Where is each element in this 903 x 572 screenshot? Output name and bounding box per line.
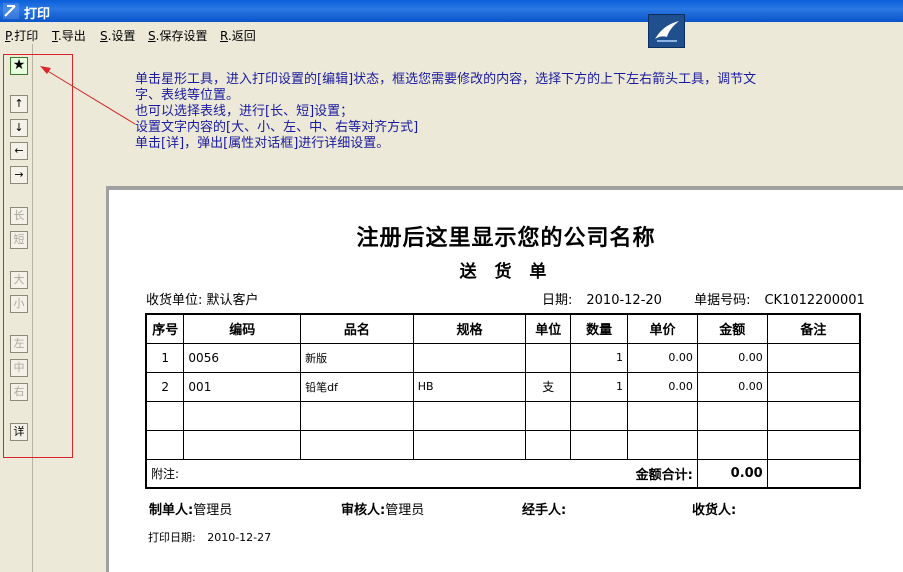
column-header: 序号 xyxy=(145,313,185,344)
table-row: 2 001 铅笔df HB 支 1 0.00 0.00 xyxy=(145,371,861,402)
cell-no: 2 xyxy=(145,371,185,402)
menu-print[interactable]: P.打印 xyxy=(5,27,38,44)
menu-settings[interactable]: S.设置 xyxy=(100,27,135,44)
menu-save-settings[interactable]: S.保存设置 xyxy=(148,27,207,44)
menu-bar: P.打印 T.导出 S.设置 S.保存设置 R.返回 xyxy=(0,24,903,44)
remark-label: 附注: xyxy=(151,466,180,481)
table-header-row: 序号 编码 品名 规格 单位 数量 单价 金额 备注 xyxy=(145,313,861,344)
column-header: 数量 xyxy=(570,313,629,344)
column-header: 备注 xyxy=(766,313,861,344)
cell-spec xyxy=(412,342,527,373)
consignee-label: 收货人: xyxy=(692,503,737,518)
cell-name: 新版 xyxy=(300,342,414,373)
maker-value: 管理员 xyxy=(193,503,233,518)
items-table: 序号 编码 品名 规格 单位 数量 单价 金额 备注 1 0056 新版 1 0… xyxy=(145,313,861,489)
company-name: 注册后这里显示您的公司名称 xyxy=(356,225,656,251)
maker-label: 制单人: xyxy=(149,503,194,518)
column-header: 金额 xyxy=(696,313,768,344)
cell-name: 铅笔df xyxy=(300,371,414,402)
receiver-label: 收货单位: xyxy=(146,293,203,308)
print-date-value: 2010-12-27 xyxy=(207,531,272,544)
total-label: 金额合计: xyxy=(570,458,698,489)
menu-return[interactable]: R.返回 xyxy=(220,27,256,44)
column-header: 单位 xyxy=(525,313,572,344)
title-bar: 打印 xyxy=(0,0,903,22)
brand-logo-icon xyxy=(648,14,685,48)
auditor-label: 审核人: xyxy=(341,503,386,518)
cell-amount: 0.00 xyxy=(696,342,768,373)
toolbar-highlight xyxy=(3,54,73,458)
cell-price: 0.00 xyxy=(627,371,698,402)
column-header: 单价 xyxy=(627,313,698,344)
cell-note xyxy=(766,342,861,373)
window-title: 打印 xyxy=(24,7,51,22)
table-row: 1 0056 新版 1 0.00 0.00 xyxy=(145,342,861,373)
receiver-info: 收货单位: 默认客户 xyxy=(146,289,259,308)
table-row-empty xyxy=(145,400,861,431)
column-header: 品名 xyxy=(300,313,414,344)
doc-no-label: 单据号码: xyxy=(694,293,751,308)
column-header: 规格 xyxy=(412,313,527,344)
cell-amount: 0.00 xyxy=(696,371,768,402)
instruction-line: 单击星形工具，进入打印设置的[编辑]状态，框选您需要修改的内容，选择下方的上下左… xyxy=(135,72,757,87)
maker-signature: 制单人:管理员 xyxy=(149,499,232,518)
cell-unit xyxy=(525,342,572,373)
handler-label: 经手人: xyxy=(522,503,567,518)
print-date-label: 打印日期: xyxy=(148,531,196,544)
instruction-line: 字、表线等位置。 xyxy=(135,88,240,103)
instruction-line: 单击[详]，弹出[属性对话框]进行详细设置。 xyxy=(135,136,390,151)
instruction-line: 也可以选择表线，进行[长、短]设置； xyxy=(135,104,354,119)
app-icon xyxy=(3,3,19,19)
print-date: 打印日期: 2010-12-27 xyxy=(148,529,271,545)
cell-unit: 支 xyxy=(525,371,572,402)
column-header: 编码 xyxy=(183,313,302,344)
cell-code: 001 xyxy=(183,371,302,402)
cell-qty: 1 xyxy=(570,371,629,402)
cell-spec: HB xyxy=(412,371,527,402)
date-value: 2010-12-20 xyxy=(586,293,662,308)
cell-qty: 1 xyxy=(570,342,629,373)
table-row-empty xyxy=(145,429,861,460)
cell-no: 1 xyxy=(145,342,185,373)
document-title: 送 货 单 xyxy=(459,262,553,282)
total-value: 0.00 xyxy=(696,458,768,489)
doc-meta: 日期: 2010-12-20 单据号码: CK1012200001 xyxy=(542,289,893,308)
remark-cell: 附注: xyxy=(145,458,571,489)
cell-note xyxy=(766,371,861,402)
instruction-line: 设置文字内容的[大、小、左、中、右等对齐方式] xyxy=(135,120,419,135)
receiver-value: 默认客户 xyxy=(206,293,259,308)
date-label: 日期: xyxy=(542,293,573,308)
doc-no-value: CK1012200001 xyxy=(764,293,865,308)
table-total-row: 附注: 金额合计: 0.00 xyxy=(145,458,861,489)
print-preview-page[interactable]: 注册后这里显示您的公司名称 送 货 单 收货单位: 默认客户 日期: 2010-1… xyxy=(109,190,903,572)
handler-signature: 经手人: xyxy=(522,499,566,518)
menu-export[interactable]: T.导出 xyxy=(52,27,86,44)
consignee-signature: 收货人: xyxy=(692,499,736,518)
cell-price: 0.00 xyxy=(627,342,698,373)
instructions-text: 单击星形工具，进入打印设置的[编辑]状态，框选您需要修改的内容，选择下方的上下左… xyxy=(135,72,903,152)
cell-code: 0056 xyxy=(183,342,302,373)
auditor-signature: 审核人:管理员 xyxy=(341,499,424,518)
auditor-value: 管理员 xyxy=(385,503,425,518)
